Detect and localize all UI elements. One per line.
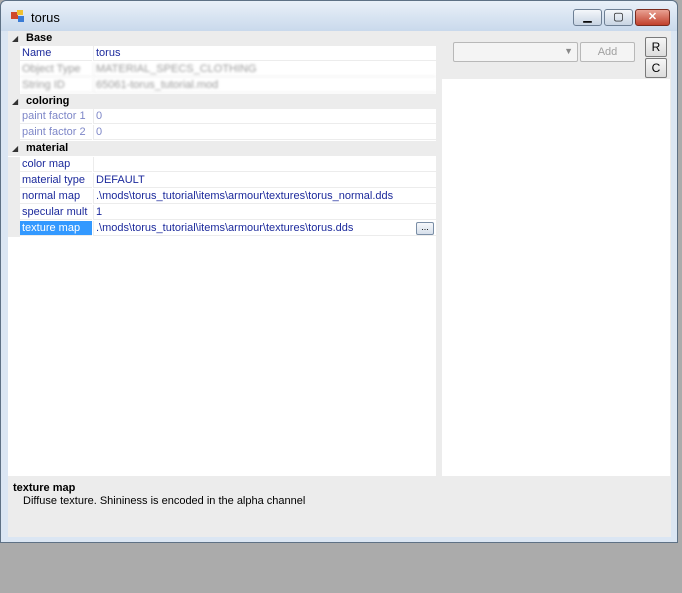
title-bar[interactable]: torus ▁ ▢ ✕ [1, 1, 677, 31]
help-panel: texture map Diffuse texture. Shininess i… [8, 478, 671, 537]
collapse-triangle-icon[interactable]: ◢ [12, 144, 18, 153]
property-value[interactable] [93, 157, 436, 172]
row-gutter [8, 173, 20, 189]
add-button[interactable]: Add [580, 42, 635, 62]
property-value[interactable]: MATERIAL_SPECS_CLOTHING [93, 62, 436, 77]
property-name[interactable]: Name [20, 46, 92, 61]
row-gutter [8, 157, 20, 173]
property-value[interactable]: 1 [93, 205, 436, 220]
row-gutter [8, 125, 20, 141]
property-name[interactable]: normal map [20, 189, 92, 204]
r-button[interactable]: R [645, 37, 667, 57]
category-base[interactable]: ◢ Base [8, 31, 436, 46]
row-gutter [8, 78, 20, 94]
property-value[interactable]: torus [93, 46, 436, 61]
property-row-paint-factor-1[interactable]: paint factor 1 0 [8, 109, 436, 125]
c-button[interactable]: C [645, 58, 667, 78]
property-name[interactable]: paint factor 1 [20, 109, 92, 124]
property-name[interactable]: specular mult [20, 205, 92, 220]
type-combobox[interactable]: ▼ [453, 42, 578, 62]
property-row-string-id[interactable]: String ID 65061-torus_tutorial.mod [8, 78, 436, 94]
property-value[interactable]: .\mods\torus_tutorial\items\armour\textu… [93, 221, 436, 236]
property-row-name[interactable]: Name torus [8, 46, 436, 62]
row-gutter [8, 221, 20, 237]
category-material[interactable]: ◢ material [8, 141, 436, 156]
property-row-specular-mult[interactable]: specular mult 1 [8, 205, 436, 221]
category-label: material [26, 142, 69, 154]
property-name[interactable]: String ID [20, 78, 92, 93]
property-value[interactable]: .\mods\torus_tutorial\items\armour\textu… [93, 189, 436, 204]
minimize-button[interactable]: ▁ [573, 9, 602, 26]
property-row-texture-map[interactable]: texture map .\mods\torus_tutorial\items\… [8, 221, 436, 237]
property-value[interactable]: 65061-torus_tutorial.mod [93, 78, 436, 93]
property-value[interactable]: DEFAULT [93, 173, 436, 188]
collapse-triangle-icon[interactable]: ◢ [12, 34, 18, 43]
maximize-button[interactable]: ▢ [604, 9, 633, 26]
help-description: Diffuse texture. Shininess is encoded in… [23, 495, 306, 507]
row-gutter [8, 205, 20, 221]
help-title: texture map [13, 482, 76, 494]
app-window: torus ▁ ▢ ✕ ◢ Base Name torus Object Typ… [0, 0, 678, 543]
property-name[interactable]: material type [20, 173, 92, 188]
maximize-icon: ▢ [613, 11, 624, 23]
property-value[interactable]: 0 [93, 125, 436, 140]
minimize-icon: ▁ [583, 11, 592, 23]
chevron-down-icon[interactable]: ▼ [564, 46, 573, 56]
client-area: ◢ Base Name torus Object Type MATERIAL_S… [8, 31, 671, 537]
property-value[interactable]: 0 [93, 109, 436, 124]
property-grid: ◢ Base Name torus Object Type MATERIAL_S… [8, 31, 436, 476]
row-gutter [8, 62, 20, 78]
property-row-material-type[interactable]: material type DEFAULT [8, 173, 436, 189]
property-name[interactable]: Object Type [20, 62, 92, 77]
property-row-color-map[interactable]: color map [8, 157, 436, 173]
property-name[interactable]: color map [20, 157, 92, 172]
property-name[interactable]: paint factor 2 [20, 125, 92, 140]
close-button[interactable]: ✕ [635, 9, 670, 26]
category-coloring[interactable]: ◢ coloring [8, 94, 436, 109]
category-label: coloring [26, 95, 70, 107]
close-icon: ✕ [647, 11, 658, 23]
item-list-panel[interactable] [442, 79, 670, 476]
property-row-paint-factor-2[interactable]: paint factor 2 0 [8, 125, 436, 141]
row-gutter [8, 46, 20, 62]
property-row-normal-map[interactable]: normal map .\mods\torus_tutorial\items\a… [8, 189, 436, 205]
row-gutter [8, 109, 20, 125]
app-icon [11, 10, 24, 22]
category-label: Base [26, 32, 53, 44]
collapse-triangle-icon[interactable]: ◢ [12, 97, 18, 106]
property-name[interactable]: texture map [20, 221, 92, 236]
row-gutter [8, 189, 20, 205]
property-row-object-type[interactable]: Object Type MATERIAL_SPECS_CLOTHING [8, 62, 436, 78]
browse-ellipsis-button[interactable]: ... [416, 222, 434, 235]
window-title: torus [31, 10, 60, 25]
property-value-text: .\mods\torus_tutorial\items\armour\textu… [96, 222, 354, 234]
